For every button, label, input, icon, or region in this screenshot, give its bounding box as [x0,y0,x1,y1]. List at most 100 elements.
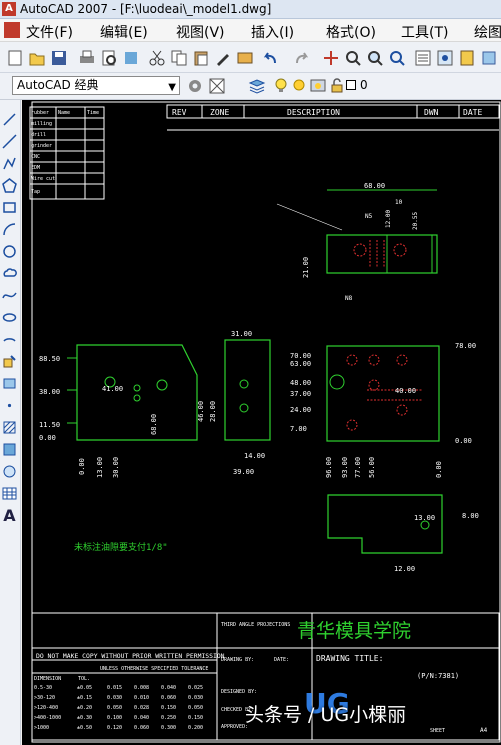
workspace-save-icon[interactable] [208,77,226,95]
layer-properties-icon[interactable] [248,77,266,95]
cut-icon[interactable] [148,49,166,67]
dim-7: 7.00 [290,425,307,433]
tolerance-header: UNLESS OTHERWISE SPECIFIED TOLERANCE [100,666,208,672]
spline-icon[interactable] [2,288,17,303]
dim-93: 93.00 [341,457,349,478]
viewport-freeze-icon[interactable] [310,78,326,93]
table-header-time: Time [87,110,99,116]
designed-by-label: DESIGNED BY: [221,689,257,695]
dim-8-small: 8.00 [462,512,479,520]
circle-icon[interactable] [2,244,17,259]
dim-46: 46.00 [197,401,205,422]
polygon-icon[interactable] [2,178,17,193]
plot-icon[interactable] [78,49,96,67]
rev-label: REV [172,108,187,117]
gradient-icon[interactable] [2,442,17,457]
menu-file[interactable]: 文件(F) [26,22,73,42]
open-folder-icon[interactable] [28,49,46,67]
dim-24: 24.00 [290,406,311,414]
ellipse-arc-icon[interactable] [2,332,17,347]
preview-icon[interactable] [100,49,118,67]
new-file-icon[interactable] [6,49,24,67]
dim-x13: 13.00 [96,457,104,478]
tol-row-3-c1: 0.100 [107,715,122,721]
company-name: 青华模具学院 [297,620,411,642]
tol-row-0-c3: 0.040 [161,685,176,691]
dim-63: 63.00 [290,360,311,368]
tol-label: TOL. [78,676,90,682]
match-properties-icon[interactable] [214,49,232,67]
autocad-app-icon[interactable]: A [2,2,16,16]
make-block-icon[interactable] [2,376,17,391]
multiline-text-icon[interactable]: A [2,508,17,524]
properties-icon[interactable] [414,49,432,67]
bulb-on-icon[interactable] [274,78,288,93]
document-icon[interactable] [4,22,20,38]
dim-21: 21.00 [302,257,310,278]
tol-row-0-c2: 0.008 [134,685,149,691]
drawing-canvas[interactable]: REV ZONE DESCRIPTION DWN DATE Name Time … [22,100,501,745]
undo-icon[interactable] [262,49,280,67]
menu-edit[interactable]: 编辑(E) [100,22,148,42]
zoom-previous-icon[interactable] [388,49,406,67]
insert-block-icon[interactable] [2,354,17,369]
bottom-part-view: 13.00 12.00 8.00 [327,494,479,573]
menu-format[interactable]: 格式(O) [326,22,376,42]
design-center-icon[interactable] [436,49,454,67]
sheet-set-icon[interactable] [480,49,498,67]
paste-icon[interactable] [192,49,210,67]
table-row-6: Wire cut [31,176,55,182]
ellipse-icon[interactable] [2,310,17,325]
dwn-label: DWN [424,108,439,117]
save-icon[interactable] [50,49,68,67]
tolerance-note: 未标注油隙要支付1/8" [74,541,168,553]
tol-row-1-c1: 0.030 [107,695,122,701]
description-label: DESCRIPTION [287,108,340,117]
dim-40: 40.00 [395,387,416,395]
copy-icon[interactable] [170,49,188,67]
rectangle-icon[interactable] [2,200,17,215]
publish-icon[interactable] [122,49,140,67]
unlock-icon[interactable] [330,78,344,93]
table-row-3: grinder [31,143,52,149]
layer-dropdown[interactable]: 0 [272,76,501,95]
tool-palettes-icon[interactable] [458,49,476,67]
dim-13-small: 12.00 [394,565,415,573]
block-editor-icon[interactable] [236,49,254,67]
hatch-icon[interactable] [2,420,17,435]
tol-row-3-tol: ±0.30 [77,715,92,721]
table-row-5: EDM [31,165,40,171]
menu-view[interactable]: 视图(V) [176,22,225,42]
dim-20-55: 20.55 [412,212,419,230]
workspace-dropdown[interactable]: AutoCAD 经典 ▼ [12,76,180,95]
construction-line-icon[interactable] [2,134,17,149]
sun-thawed-icon[interactable] [292,78,306,93]
menu-draw[interactable]: 绘图 [474,22,501,42]
region-icon[interactable] [2,464,17,479]
table-row-0: rubber [31,110,49,116]
revision-cloud-icon[interactable] [2,266,17,281]
point-icon[interactable] [2,398,17,413]
top-part-view: 68.00 10 12.00 20.55 21.00 N5 N8 [276,182,438,302]
pan-icon[interactable] [322,49,340,67]
tol-row-0-c4: 0.025 [188,685,203,691]
tol-row-3-dim: >400-1000 [34,715,61,721]
left-part-view: 88.50 38.00 11.50 0.00 0.00 13.00 30.00 … [39,344,198,478]
dim-14: 14.00 [244,452,265,460]
sheet-label: SHEET [430,728,445,734]
sheet-border [31,101,501,743]
menu-insert[interactable]: 插入(I) [251,22,294,42]
table-icon[interactable] [2,486,17,501]
dim-88-5: 88.50 [39,355,60,363]
redo-icon[interactable] [292,49,310,67]
dim-38: 38.00 [39,388,60,396]
workspace-settings-icon[interactable] [186,77,204,95]
zoom-realtime-icon[interactable] [344,49,362,67]
arc-icon[interactable] [2,222,17,237]
tol-row-0-c1: 0.015 [107,685,122,691]
cad-drawing: REV ZONE DESCRIPTION DWN DATE Name Time … [29,101,501,743]
line-icon[interactable] [2,112,17,127]
menu-tools[interactable]: 工具(T) [401,22,448,42]
polyline-icon[interactable] [2,156,17,171]
zoom-window-icon[interactable] [366,49,384,67]
